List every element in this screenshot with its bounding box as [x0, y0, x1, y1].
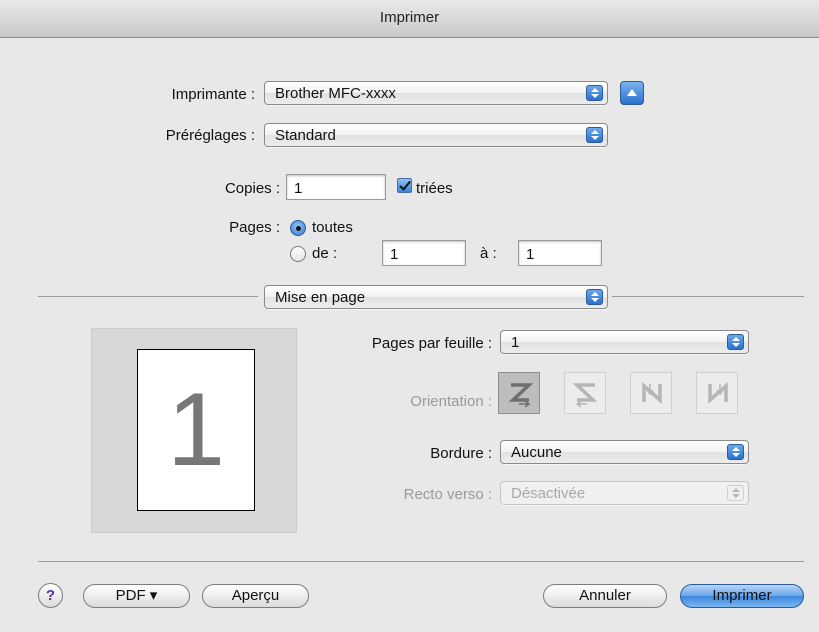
presets-popup[interactable]: Standard — [264, 123, 608, 147]
pages-per-sheet-value: 1 — [511, 334, 520, 351]
help-button[interactable]: ? — [38, 583, 63, 608]
copies-label: Copies : — [224, 180, 280, 197]
popup-arrows-icon — [586, 127, 603, 143]
layout-direction-s-reverse[interactable] — [564, 372, 606, 414]
presets-label: Préréglages : — [165, 127, 255, 144]
pdf-menu-button[interactable]: PDF ▾ — [83, 584, 190, 608]
popup-arrows-icon — [727, 444, 744, 460]
collated-checkbox[interactable] — [397, 178, 412, 193]
popup-arrows-icon — [727, 334, 744, 350]
section-value: Mise en page — [275, 289, 366, 306]
pages-label: Pages : — [229, 219, 280, 236]
border-value: Aucune — [511, 444, 562, 461]
pages-range-radio[interactable] — [290, 246, 306, 262]
pages-from-input[interactable]: 1 — [382, 240, 466, 266]
pages-per-sheet-popup[interactable]: 1 — [500, 330, 749, 354]
section-divider-left — [38, 296, 258, 297]
pages-to-label: à : — [480, 245, 497, 262]
copies-input[interactable]: 1 — [286, 174, 386, 200]
print-button[interactable]: Imprimer — [680, 584, 804, 608]
window-title: Imprimer — [379, 9, 440, 26]
print-dialog: Imprimer Imprimante : Brother MFC-xxxx P… — [0, 0, 819, 632]
border-popup[interactable]: Aucune — [500, 440, 749, 464]
title-bar: Imprimer — [0, 0, 819, 38]
layout-direction-z[interactable] — [498, 372, 540, 414]
collapse-details-button[interactable] — [620, 81, 644, 105]
pages-per-sheet-label: Pages par feuille : — [371, 335, 492, 352]
printer-popup[interactable]: Brother MFC-xxxx — [264, 81, 608, 105]
orientation-label: Orientation : — [410, 393, 492, 410]
duplex-value: Désactivée — [511, 485, 586, 502]
preview-button[interactable]: Aperçu — [202, 584, 309, 608]
layout-direction-n[interactable] — [696, 372, 738, 414]
popup-arrows-icon — [586, 85, 603, 101]
layout-z-icon — [508, 383, 534, 408]
duplex-label: Recto verso : — [403, 486, 492, 503]
section-popup[interactable]: Mise en page — [264, 285, 608, 309]
popup-arrows-icon — [586, 289, 603, 305]
cancel-button[interactable]: Annuler — [543, 584, 667, 608]
bottom-divider — [38, 561, 804, 562]
pages-all-radio[interactable] — [290, 220, 306, 236]
border-label: Bordure : — [430, 445, 492, 462]
layout-direction-n-reverse[interactable] — [630, 372, 672, 414]
pages-all-label: toutes — [312, 219, 353, 236]
preview-page: 1 — [137, 349, 255, 511]
layout-n-reverse-icon — [642, 382, 662, 404]
preview-page-number: 1 — [167, 372, 225, 488]
collated-label: triées — [416, 180, 453, 197]
layout-n-icon — [708, 382, 728, 404]
layout-s-reverse-icon — [572, 383, 598, 408]
duplex-popup: Désactivée — [500, 481, 749, 505]
printer-value: Brother MFC-xxxx — [275, 85, 396, 102]
popup-arrows-icon — [727, 485, 744, 501]
section-divider-right — [612, 296, 804, 297]
printer-label: Imprimante : — [171, 86, 255, 103]
pages-from-label: de : — [312, 245, 338, 262]
presets-value: Standard — [275, 127, 336, 144]
pages-to-input[interactable]: 1 — [518, 240, 602, 266]
